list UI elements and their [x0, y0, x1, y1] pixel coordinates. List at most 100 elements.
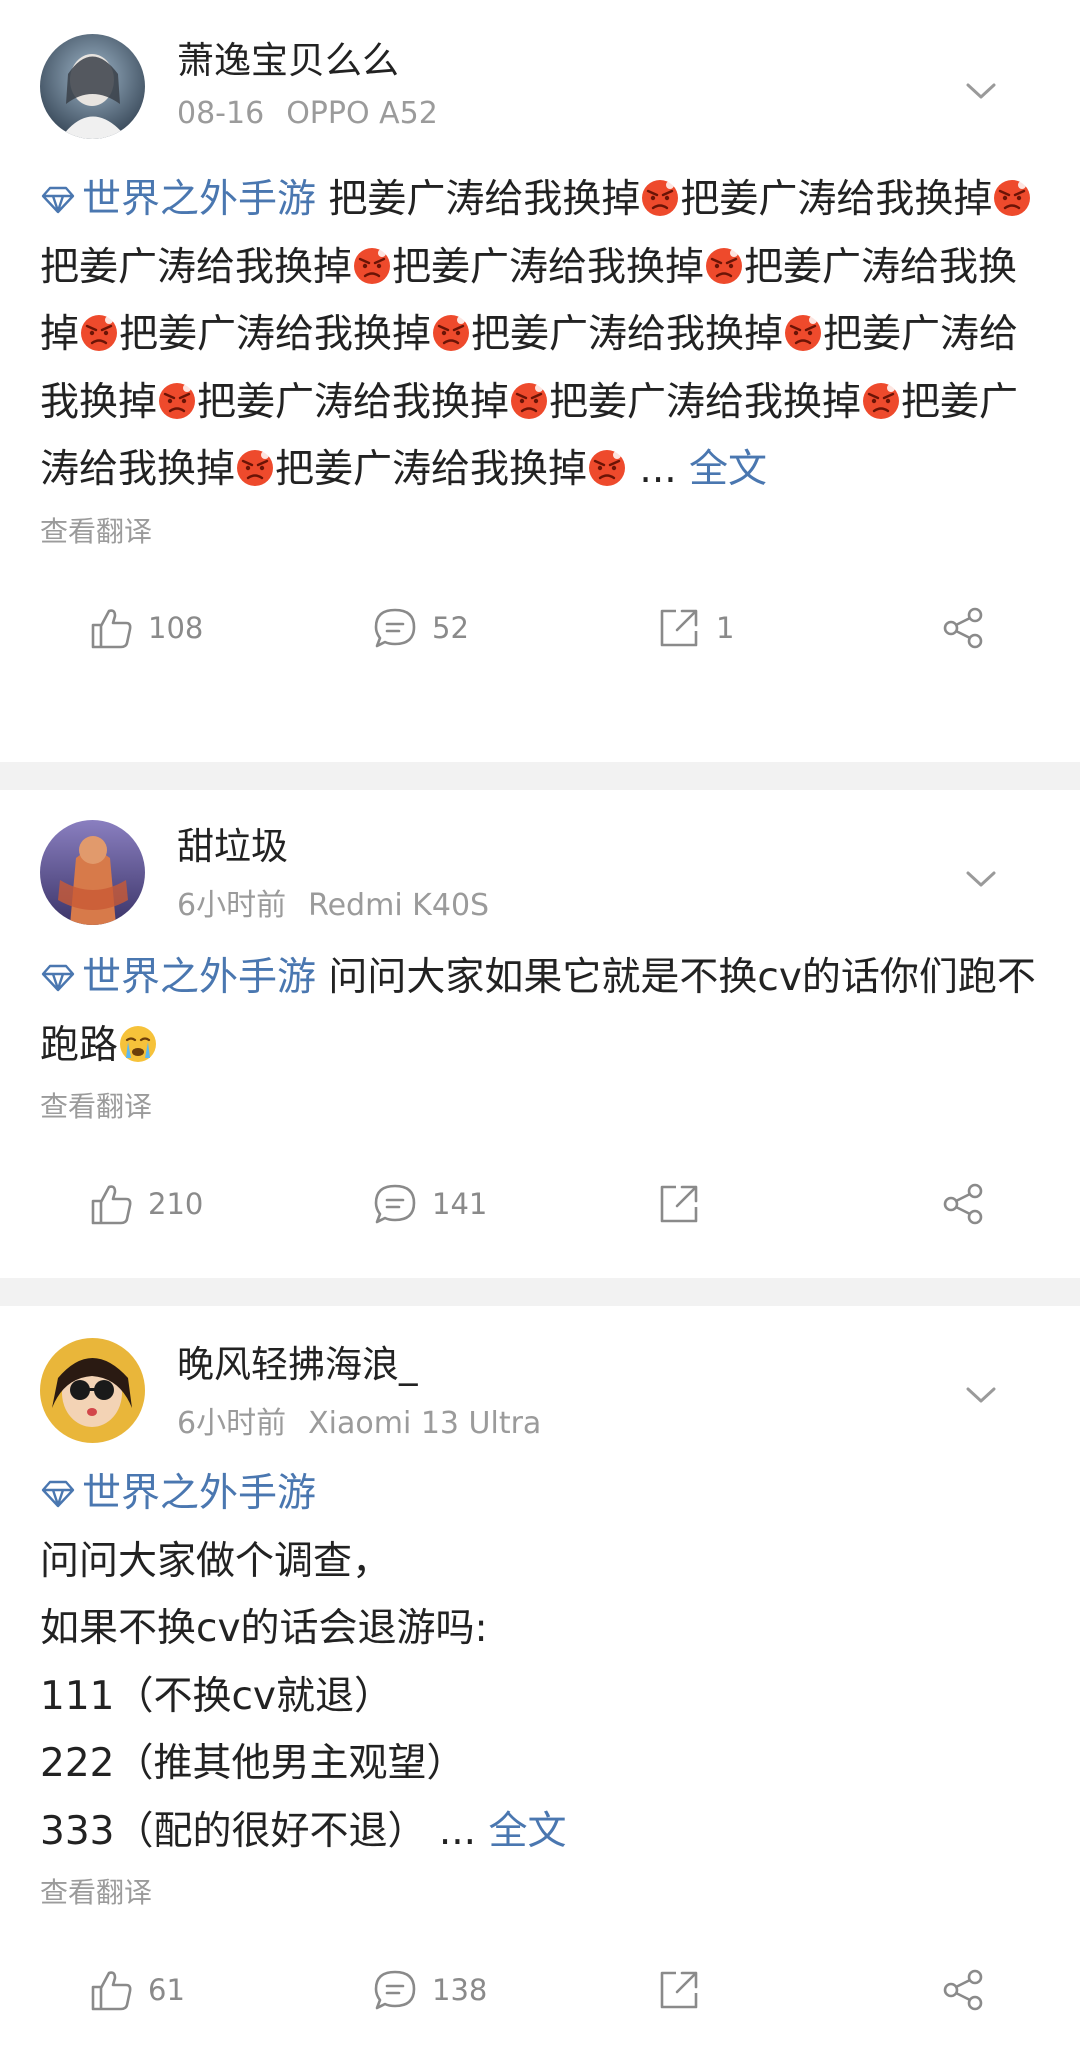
comment-count: 138 — [432, 1972, 488, 2007]
action-bar: 61 138 — [40, 1927, 1040, 2052]
action-bar: 210 141 — [40, 1141, 1040, 1266]
angry-emoji-icon — [511, 382, 548, 419]
post-device: Redmi K40S — [308, 888, 490, 923]
repost-button[interactable]: 1 — [656, 566, 734, 691]
comment-button[interactable]: 138 — [372, 1927, 487, 2052]
angry-emoji-icon — [642, 180, 679, 216]
post-card[interactable]: 晚风轻拂海浪_ 6小时前 Xiaomi 13 Ultra 世界之外手游 问问大家做… — [0, 1306, 1080, 2026]
like-button[interactable]: 61 — [88, 1927, 185, 2052]
like-icon — [91, 609, 132, 649]
post-text: 把姜广涛给我换掉 — [680, 177, 993, 222]
ellipsis: ... — [426, 1808, 477, 1854]
angry-emoji-icon — [589, 450, 626, 486]
post-body: 世界之外手游 把姜广涛给我换掉 把姜广涛给我换掉把姜广涛给我换掉 把姜广涛给我换掉把… — [40, 166, 1040, 504]
feed: 萧逸宝贝么么 08-16 OPPO A52 世界之外手游 把姜广涛给我换掉 把姜广涛… — [0, 0, 1080, 2026]
like-button[interactable]: 108 — [88, 566, 203, 691]
action-bar: 108 52 1 — [40, 566, 1040, 691]
like-count: 108 — [148, 611, 204, 645]
comment-icon — [374, 1970, 416, 2009]
username[interactable]: 晚风轻拂海浪_ — [177, 1334, 418, 1388]
comment-button[interactable]: 52 — [372, 566, 469, 691]
chevron-down-icon[interactable] — [962, 72, 1000, 110]
view-translation-link[interactable]: 查看翻译 — [40, 1085, 1040, 1125]
post-separator — [0, 1278, 1080, 1306]
post-meta: 6小时前 Xiaomi 13 Ultra — [177, 1398, 541, 1442]
post-text: 把姜广涛给我换掉 — [316, 177, 641, 222]
angry-emoji-icon — [994, 180, 1031, 216]
post-header: 晚风轻拂海浪_ 6小时前 Xiaomi 13 Ultra — [40, 1306, 1040, 1448]
post-body: 世界之外手游 问问大家做个调查， 如果不换cv的话会退游吗: 111（不换cv就… — [40, 1460, 1040, 1865]
post-date: 6小时前 — [177, 888, 287, 923]
post-date: 6小时前 — [177, 1406, 287, 1441]
full-text-link[interactable]: 全文 — [677, 447, 767, 492]
repost-icon — [660, 1185, 698, 1222]
post-text: 把姜广涛给我换掉 — [471, 312, 784, 357]
crying-emoji-icon — [120, 1025, 157, 1062]
repost-icon — [660, 1971, 698, 2008]
username[interactable]: 萧逸宝贝么么 — [177, 30, 399, 84]
username[interactable]: 甜垃圾 — [177, 816, 288, 870]
topic-gem-icon — [41, 1480, 75, 1508]
post-line: 如果不换cv的话会退游吗: — [40, 1606, 488, 1651]
angry-emoji-icon — [863, 382, 900, 419]
avatar[interactable] — [40, 1338, 145, 1443]
post-date: 08-16 — [177, 96, 265, 131]
chevron-down-icon[interactable] — [962, 1376, 1000, 1414]
post-text: 把姜广涛给我换掉 — [392, 244, 705, 290]
like-button[interactable]: 210 — [88, 1141, 203, 1266]
like-count: 61 — [148, 1972, 185, 2007]
avatar[interactable] — [40, 820, 145, 925]
repost-button[interactable] — [656, 1927, 702, 2052]
view-translation-link[interactable]: 查看翻译 — [40, 1871, 1040, 1911]
post-text: 把姜广涛给我换掉 — [40, 244, 353, 290]
angry-emoji-icon — [706, 247, 743, 284]
like-icon — [91, 1184, 132, 1224]
post-line: 111（不换cv就退） — [40, 1673, 393, 1719]
post-header: 萧逸宝贝么么 08-16 OPPO A52 — [40, 0, 1040, 142]
angry-emoji-icon — [237, 450, 274, 486]
comment-icon — [374, 1184, 416, 1223]
post-card[interactable]: 萧逸宝贝么么 08-16 OPPO A52 世界之外手游 把姜广涛给我换掉 把姜广涛… — [0, 0, 1080, 762]
full-text-link[interactable]: 全文 — [476, 1809, 566, 1854]
post-line: 问问大家做个调查， — [40, 1538, 392, 1584]
repost-button[interactable] — [656, 1141, 702, 1266]
topic-link[interactable]: 世界之外手游 — [40, 177, 316, 222]
view-translation-link[interactable]: 查看翻译 — [40, 510, 1040, 550]
avatar[interactable] — [40, 34, 145, 139]
post-device: OPPO A52 — [286, 96, 438, 131]
comment-button[interactable]: 141 — [372, 1141, 487, 1266]
post-text: 把姜广涛给我换掉 — [275, 447, 588, 492]
comment-count: 141 — [432, 1186, 488, 1221]
post-card[interactable]: 甜垃圾 6小时前 Redmi K40S 世界之外手游 问问大家如果它就是不换cv的… — [0, 790, 1080, 1278]
topic-gem-icon — [41, 964, 75, 992]
topic-link[interactable]: 世界之外手游 — [40, 1471, 316, 1516]
repost-icon — [660, 609, 698, 647]
post-line: 222（推其他男主观望） — [40, 1741, 466, 1786]
share-icon — [943, 1969, 983, 2010]
post-meta: 6小时前 Redmi K40S — [177, 880, 489, 924]
post-text: 把姜广涛给我换掉 — [119, 312, 432, 357]
post-separator — [0, 762, 1080, 790]
topic-label: 世界之外手游 — [82, 1471, 317, 1516]
share-icon — [943, 607, 983, 649]
like-icon — [91, 1970, 132, 2010]
post-device: Xiaomi 13 Ultra — [308, 1406, 542, 1441]
topic-gem-icon — [41, 186, 75, 214]
post-text: 把姜广涛给我换掉 — [549, 379, 862, 425]
comment-icon — [374, 608, 416, 648]
topic-link[interactable]: 世界之外手游 — [40, 955, 316, 1000]
post-header: 甜垃圾 6小时前 Redmi K40S — [40, 790, 1040, 932]
angry-emoji-icon — [433, 315, 470, 351]
post-line: 333（配的很好不退） — [40, 1808, 427, 1854]
topic-label: 世界之外手游 — [82, 955, 317, 1000]
angry-emoji-icon — [159, 382, 196, 419]
share-button[interactable] — [940, 566, 986, 691]
post-meta: 08-16 OPPO A52 — [177, 96, 438, 131]
like-count: 210 — [148, 1186, 204, 1221]
ellipsis: ... — [627, 447, 677, 492]
share-button[interactable] — [940, 1927, 986, 2052]
chevron-down-icon[interactable] — [962, 860, 1000, 898]
angry-emoji-icon — [354, 247, 391, 284]
post-body: 世界之外手游 问问大家如果它就是不换cv的话你们跑不跑路 — [40, 944, 1040, 1079]
share-button[interactable] — [940, 1141, 986, 1266]
